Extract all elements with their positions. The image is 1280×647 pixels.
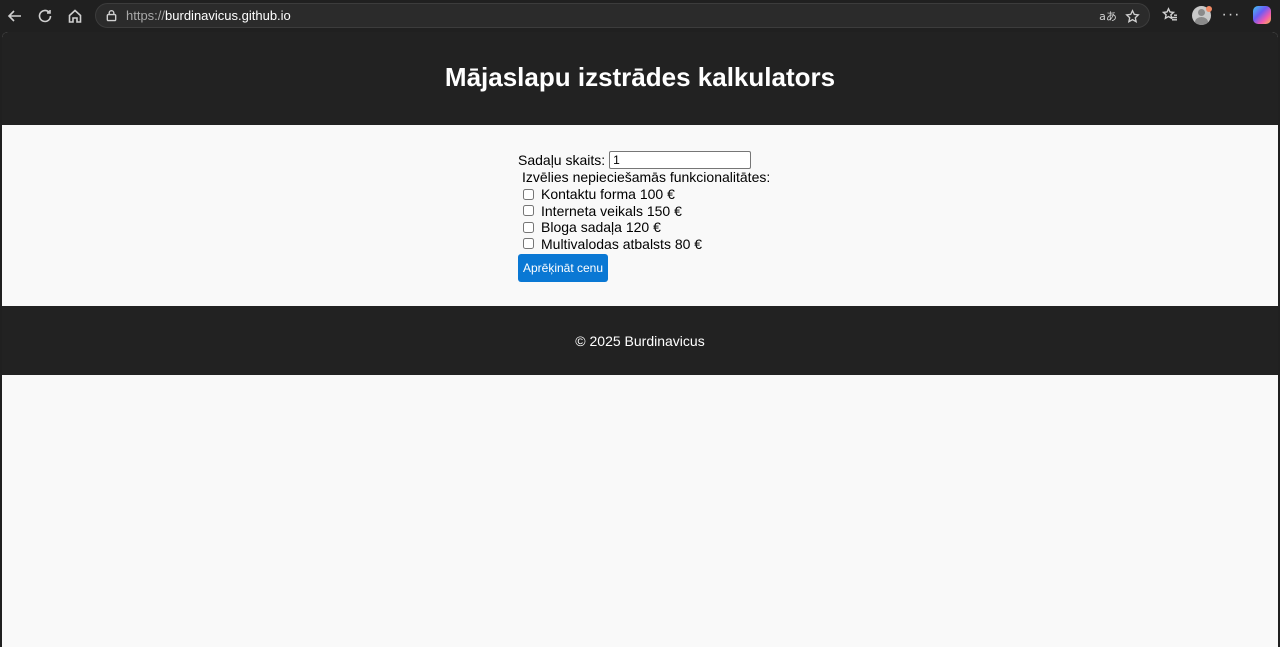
url-scheme: https:// xyxy=(126,8,166,23)
sections-count-input[interactable] xyxy=(609,151,752,169)
url-text[interactable]: https://burdinavicus.github.io xyxy=(126,8,291,23)
copilot-button[interactable] xyxy=(1250,4,1274,26)
site-header: Mājaslapu izstrādes kalkulators xyxy=(2,32,1278,125)
feature-row-contact-form: Kontaktu forma 100 € xyxy=(522,186,770,203)
feature-checkbox-blog[interactable] xyxy=(523,221,534,233)
feature-label[interactable]: Multivalodas atbalsts 80 € xyxy=(541,236,702,252)
notification-dot xyxy=(1206,6,1212,12)
profile-button[interactable] xyxy=(1189,4,1213,26)
feature-label[interactable]: Bloga sadaļa 120 € xyxy=(541,219,661,235)
url-host: burdinavicus.github.io xyxy=(165,8,291,23)
feature-row-online-store: Interneta veikals 150 € xyxy=(522,203,770,220)
more-icon[interactable]: ··· xyxy=(1219,4,1243,26)
lock-icon xyxy=(106,9,116,22)
feature-row-blog: Bloga sadaļa 120 € xyxy=(522,219,770,236)
feature-checkbox-multilanguage[interactable] xyxy=(523,238,534,250)
address-bar[interactable]: https://burdinavicus.github.io aあ xyxy=(95,3,1150,28)
reload-button[interactable] xyxy=(30,1,60,31)
feature-label[interactable]: Interneta veikals 150 € xyxy=(541,203,682,219)
back-icon xyxy=(7,9,21,22)
sections-row: Sadaļu skaits: xyxy=(518,151,770,169)
browser-toolbar: https://burdinavicus.github.io aあ ··· xyxy=(0,0,1280,31)
site-info-button[interactable] xyxy=(98,9,124,22)
footer-copyright: © 2025 Burdinavicus xyxy=(575,332,705,349)
feature-label[interactable]: Kontaktu forma 100 € xyxy=(541,186,675,202)
translate-icon[interactable]: aあ xyxy=(1097,6,1119,26)
feature-row-multilanguage: Multivalodas atbalsts 80 € xyxy=(522,236,770,253)
feature-checkbox-online-store[interactable] xyxy=(523,205,534,217)
back-button[interactable] xyxy=(0,1,30,31)
sections-label: Sadaļu skaits: xyxy=(518,152,606,168)
favorites-button[interactable] xyxy=(1158,4,1182,26)
favorite-star-button[interactable] xyxy=(1121,6,1143,26)
features-label: Izvēlies nepieciešamās funkcionalitātes: xyxy=(522,169,771,185)
home-icon xyxy=(68,8,82,23)
main-content: Sadaļu skaits: Izvēlies nepieciešamās fu… xyxy=(2,125,1278,306)
copilot-icon xyxy=(1253,6,1271,24)
star-icon xyxy=(1124,8,1140,23)
calculate-price-button[interactable]: Aprēķināt cenu xyxy=(518,254,608,282)
reload-icon xyxy=(38,9,52,22)
calculator-form: Sadaļu skaits: Izvēlies nepieciešamās fu… xyxy=(518,151,770,282)
site-footer: © 2025 Burdinavicus xyxy=(2,306,1278,375)
page-viewport: Mājaslapu izstrādes kalkulators Sadaļu s… xyxy=(2,32,1278,647)
favorites-icon xyxy=(1162,7,1177,21)
home-button[interactable] xyxy=(60,1,90,31)
feature-checkbox-contact-form[interactable] xyxy=(523,188,534,200)
page-title: Mājaslapu izstrādes kalkulators xyxy=(444,62,836,92)
